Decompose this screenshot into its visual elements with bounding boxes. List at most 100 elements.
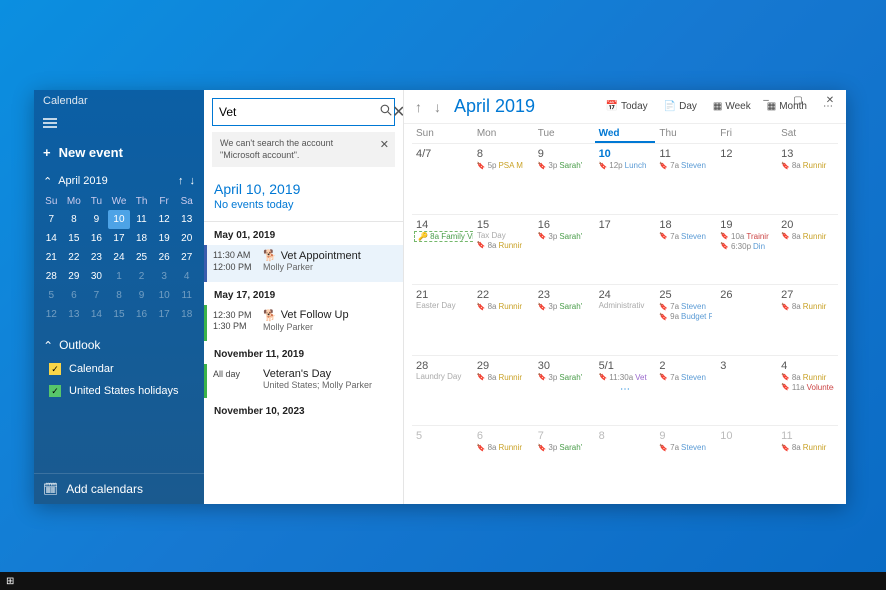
calendar-cell[interactable]: 9🔖3p Sarah': [534, 143, 595, 214]
mini-day-cell[interactable]: 9: [85, 210, 108, 229]
calendar-cell[interactable]: 23🔖3p Sarah': [534, 284, 595, 355]
mini-day-cell[interactable]: 15: [108, 305, 131, 324]
mini-day-cell[interactable]: 18: [175, 305, 198, 324]
mini-day-cell[interactable]: 12: [40, 305, 63, 324]
calendar-cell[interactable]: 12: [716, 143, 777, 214]
mini-day-cell[interactable]: 7: [40, 210, 63, 229]
calendar-cell[interactable]: 29🔖8a Runnir: [473, 355, 534, 426]
calendar-cell[interactable]: 24Administrativ: [595, 284, 656, 355]
calendar-cell[interactable]: 4🔖8a Runnir🔖11a Voluntee: [777, 355, 838, 426]
calendar-event[interactable]: 🔖6:30p Din: [720, 242, 773, 251]
calendar-event[interactable]: 🔖3p Sarah': [538, 232, 591, 241]
calendar-cell[interactable]: 26: [716, 284, 777, 355]
calendar-event[interactable]: 🔖3p Sarah': [538, 443, 591, 452]
search-input[interactable]: [213, 105, 380, 119]
mini-day-cell[interactable]: 13: [63, 305, 86, 324]
mini-day-cell[interactable]: 10: [108, 210, 131, 229]
calendar-cell[interactable]: 11🔖8a Runnir: [777, 425, 838, 496]
week-view-button[interactable]: ▦Week: [708, 98, 756, 115]
close-warning-icon[interactable]: ✕: [380, 138, 389, 152]
calendar-event[interactable]: 🔖8a Runnir: [781, 302, 834, 311]
calendar-cell[interactable]: 16🔖3p Sarah': [534, 214, 595, 285]
nav-up-icon[interactable]: ↑: [412, 97, 425, 117]
calendar-event[interactable]: 🔖8a Runnir: [477, 302, 530, 311]
mini-day-cell[interactable]: 30: [85, 267, 108, 286]
maximize-button[interactable]: ▢: [782, 90, 814, 112]
today-button[interactable]: 📅Today: [601, 98, 653, 115]
clear-search-icon[interactable]: ✕: [392, 102, 404, 122]
minimize-button[interactable]: –: [750, 90, 782, 112]
arrow-up-icon[interactable]: ↑: [178, 175, 184, 187]
hamburger-icon[interactable]: [34, 112, 204, 137]
mini-day-cell[interactable]: 16: [130, 305, 153, 324]
search-result-item[interactable]: 12:30 PM1:30 PM 🐕Vet Follow Up Molly Par…: [204, 305, 403, 341]
mini-day-cell[interactable]: 28: [40, 267, 63, 286]
calendar-event[interactable]: 🔖7a Steven: [659, 161, 712, 170]
calendar-event[interactable]: 🔖3p Sarah': [538, 302, 591, 311]
calendar-event[interactable]: 🔖3p Sarah': [538, 373, 591, 382]
calendar-event[interactable]: 🔖8a Runnir: [781, 373, 834, 382]
calendar-cell[interactable]: 6🔖8a Runnir: [473, 425, 534, 496]
mini-day-cell[interactable]: 14: [40, 229, 63, 248]
mini-day-cell[interactable]: 13: [175, 210, 198, 229]
calendar-cell[interactable]: 8: [595, 425, 656, 496]
calendar-cell[interactable]: 8🔖5p PSA M: [473, 143, 534, 214]
mini-day-cell[interactable]: 20: [175, 229, 198, 248]
calendar-cell[interactable]: 21Easter Day: [412, 284, 473, 355]
calendar-event[interactable]: 🔖8a Runnir: [477, 373, 530, 382]
start-icon[interactable]: ⊞: [6, 576, 14, 587]
search-result-item[interactable]: All day Veteran's Day United States; Mol…: [204, 364, 403, 398]
mini-day-cell[interactable]: 6: [63, 286, 86, 305]
calendar-event[interactable]: 🔖8a Runnir: [781, 161, 834, 170]
calendar-cell[interactable]: 18🔖7a Steven: [655, 214, 716, 285]
calendar-cell[interactable]: 20🔖8a Runnir: [777, 214, 838, 285]
mini-day-cell[interactable]: 22: [63, 248, 86, 267]
search-icon[interactable]: [380, 103, 392, 121]
chevron-up-icon[interactable]: ⌄: [43, 174, 52, 187]
mini-day-cell[interactable]: 21: [40, 248, 63, 267]
calendar-event[interactable]: 🔖7a Steven: [659, 443, 712, 452]
calendar-cell[interactable]: 5: [412, 425, 473, 496]
calendar-event[interactable]: 🔖10a Trainir: [720, 232, 773, 241]
mini-day-cell[interactable]: 8: [63, 210, 86, 229]
calendar-cell[interactable]: 13🔖8a Runnir: [777, 143, 838, 214]
mini-day-cell[interactable]: 11: [130, 210, 153, 229]
mini-day-cell[interactable]: 18: [130, 229, 153, 248]
account-toggle[interactable]: ⌄ Outlook: [43, 332, 195, 358]
calendar-cell[interactable]: 14🔑 8a Family Visiting: [412, 214, 473, 285]
mini-day-cell[interactable]: 29: [63, 267, 86, 286]
mini-day-cell[interactable]: 4: [175, 267, 198, 286]
calendar-event[interactable]: 🔖8a Runnir: [781, 232, 834, 241]
calendar-cell[interactable]: 4/7: [412, 143, 473, 214]
calendar-cell[interactable]: 5/1🔖11:30a Vet⋯: [595, 355, 656, 426]
mini-day-cell[interactable]: 12: [153, 210, 176, 229]
calendar-event[interactable]: 🔖8a Runnir: [477, 241, 530, 250]
mini-day-cell[interactable]: 17: [108, 229, 131, 248]
nav-down-icon[interactable]: ↓: [431, 97, 444, 117]
calendar-cell[interactable]: 9🔖7a Steven: [655, 425, 716, 496]
new-event-button[interactable]: + New event: [34, 137, 204, 170]
calendar-event[interactable]: 🔖5p PSA M: [477, 161, 530, 170]
calendar-cell[interactable]: 10🔖12p Lunch: [595, 143, 656, 214]
calendar-cell[interactable]: 7🔖3p Sarah': [534, 425, 595, 496]
calendar-cell[interactable]: 17: [595, 214, 656, 285]
calendar-event[interactable]: 🔖8a Runnir: [781, 443, 834, 452]
mini-day-cell[interactable]: 23: [85, 248, 108, 267]
mini-day-cell[interactable]: 16: [85, 229, 108, 248]
search-result-item[interactable]: 11:30 AM12:00 PM 🐕Vet Appointment Molly …: [204, 245, 403, 281]
calendar-event[interactable]: 🔖12p Lunch: [599, 161, 652, 170]
calendar-cell[interactable]: 3: [716, 355, 777, 426]
calendar-cell[interactable]: 10: [716, 425, 777, 496]
mini-day-cell[interactable]: 11: [175, 286, 198, 305]
mini-day-cell[interactable]: 2: [130, 267, 153, 286]
mini-day-cell[interactable]: 8: [108, 286, 131, 305]
add-calendars-button[interactable]: 🗓 Add calendars: [34, 473, 204, 504]
calendar-checkbox-item[interactable]: ✓United States holidays: [43, 380, 195, 402]
mini-day-cell[interactable]: 3: [153, 267, 176, 286]
calendar-event[interactable]: 🔖11:30a Vet: [599, 373, 652, 382]
calendar-cell[interactable]: 30🔖3p Sarah': [534, 355, 595, 426]
calendar-checkbox-item[interactable]: ✓Calendar: [43, 358, 195, 380]
taskbar[interactable]: ⊞: [0, 572, 886, 590]
calendar-event[interactable]: 🔖3p Sarah': [538, 161, 591, 170]
mini-day-cell[interactable]: 19: [153, 229, 176, 248]
